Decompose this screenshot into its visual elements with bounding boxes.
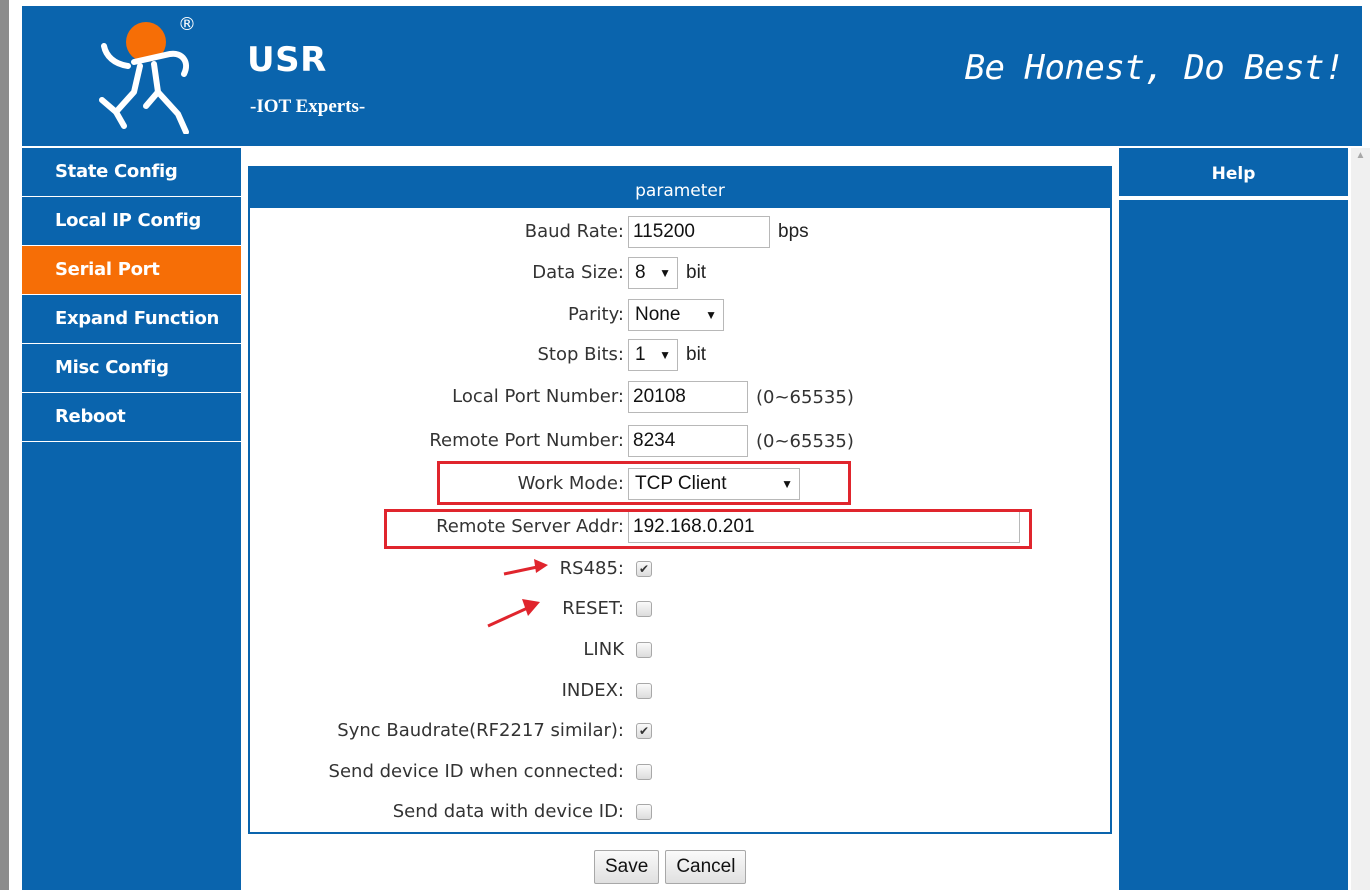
stop-bits-unit: bit <box>686 344 707 365</box>
registered-mark: ® <box>178 14 196 35</box>
parity-row: Parity: None ▼ <box>250 298 1110 332</box>
stop-bits-value: 1 <box>635 344 646 365</box>
form-actions: Save Cancel <box>594 850 747 884</box>
index-row: INDEX: <box>250 674 1110 708</box>
sidebar-item-state-config[interactable]: State Config <box>22 148 241 197</box>
chevron-down-icon: ▼ <box>705 308 717 322</box>
rs485-checkbox[interactable]: ✔ <box>636 561 652 577</box>
chevron-down-icon: ▼ <box>659 348 671 362</box>
sidebar-item-reboot[interactable]: Reboot <box>22 393 241 442</box>
remote-port-row: Remote Port Number: 8234 (0~65535) <box>250 424 1110 458</box>
remote-port-label: Remote Port Number: <box>429 430 624 451</box>
local-port-input[interactable]: 20108 <box>628 381 748 413</box>
red-arrow-icon <box>503 559 548 576</box>
data-size-row: Data Size: 8 ▼ bit <box>250 256 1110 290</box>
sync-baud-checkbox[interactable]: ✔ <box>636 723 652 739</box>
save-button[interactable]: Save <box>594 850 660 884</box>
send-data-id-checkbox[interactable] <box>636 804 652 820</box>
data-size-label: Data Size: <box>532 262 624 283</box>
brand-subtitle: -IOT Experts- <box>250 96 366 117</box>
baud-rate-unit: bps <box>778 221 809 242</box>
index-checkbox[interactable] <box>636 683 652 699</box>
send-data-id-label: Send data with device ID: <box>392 801 624 822</box>
sync-baud-label: Sync Baudrate(RF2217 similar): <box>337 720 624 741</box>
index-label: INDEX: <box>561 680 624 701</box>
sidebar-item-misc-config[interactable]: Misc Config <box>22 344 241 393</box>
data-size-select[interactable]: 8 ▼ <box>628 257 678 289</box>
work-mode-highlight-box <box>437 461 851 505</box>
baud-rate-row: Baud Rate: 115200 bps <box>250 215 1110 249</box>
red-arrow-icon <box>487 599 540 628</box>
panel-title: parameter <box>250 168 1110 208</box>
vertical-scrollbar[interactable] <box>1351 148 1370 890</box>
cancel-button[interactable]: Cancel <box>665 850 747 884</box>
stop-bits-select[interactable]: 1 ▼ <box>628 339 678 371</box>
baud-rate-label: Baud Rate: <box>524 221 624 242</box>
data-size-value: 8 <box>635 262 646 283</box>
parity-value: None <box>635 304 681 325</box>
window-edge <box>0 0 9 890</box>
header-banner: ® USR -IOT Experts- Be Honest, Do Best! <box>22 6 1362 146</box>
window-gap <box>9 0 22 890</box>
link-checkbox[interactable] <box>636 642 652 658</box>
rs485-row: RS485: ✔ <box>250 552 1110 586</box>
local-port-range: (0~65535) <box>756 386 854 408</box>
rs485-label: RS485: <box>559 558 624 579</box>
sync-baud-row: Sync Baudrate(RF2217 similar): ✔ <box>250 714 1110 748</box>
reset-checkbox[interactable] <box>636 601 652 617</box>
sidebar-item-serial-port[interactable]: Serial Port <box>22 246 241 295</box>
slogan: Be Honest, Do Best! <box>964 48 1345 88</box>
data-size-unit: bit <box>686 262 707 283</box>
stop-bits-row: Stop Bits: 1 ▼ bit <box>250 338 1110 372</box>
stop-bits-label: Stop Bits: <box>537 344 625 365</box>
sidebar-nav: State Config Local IP Config Serial Port… <box>22 148 241 890</box>
link-row: LINK <box>250 633 1110 667</box>
sidebar-item-expand-function[interactable]: Expand Function <box>22 295 241 344</box>
sidebar-item-local-ip-config[interactable]: Local IP Config <box>22 197 241 246</box>
help-title: Help <box>1119 148 1348 200</box>
send-id-connected-row: Send device ID when connected: <box>250 755 1110 789</box>
help-panel: Help <box>1119 148 1348 890</box>
remote-addr-highlight-box <box>384 509 1032 549</box>
parity-label: Parity: <box>568 304 624 325</box>
local-port-label: Local Port Number: <box>452 386 624 407</box>
send-id-connected-label: Send device ID when connected: <box>328 761 624 782</box>
scroll-up-arrow-icon[interactable]: ▲ <box>1354 150 1367 164</box>
baud-rate-input[interactable]: 115200 <box>628 216 770 248</box>
remote-port-input[interactable]: 8234 <box>628 425 748 457</box>
brand-name: USR <box>247 40 327 80</box>
chevron-down-icon: ▼ <box>659 266 671 280</box>
parity-select[interactable]: None ▼ <box>628 299 724 331</box>
remote-port-range: (0~65535) <box>756 430 854 452</box>
reset-row: RESET: <box>250 592 1110 626</box>
send-data-id-row: Send data with device ID: <box>250 795 1110 829</box>
send-id-connected-checkbox[interactable] <box>636 764 652 780</box>
reset-label: RESET: <box>562 598 624 619</box>
link-label: LINK <box>583 639 624 660</box>
local-port-row: Local Port Number: 20108 (0~65535) <box>250 380 1110 414</box>
